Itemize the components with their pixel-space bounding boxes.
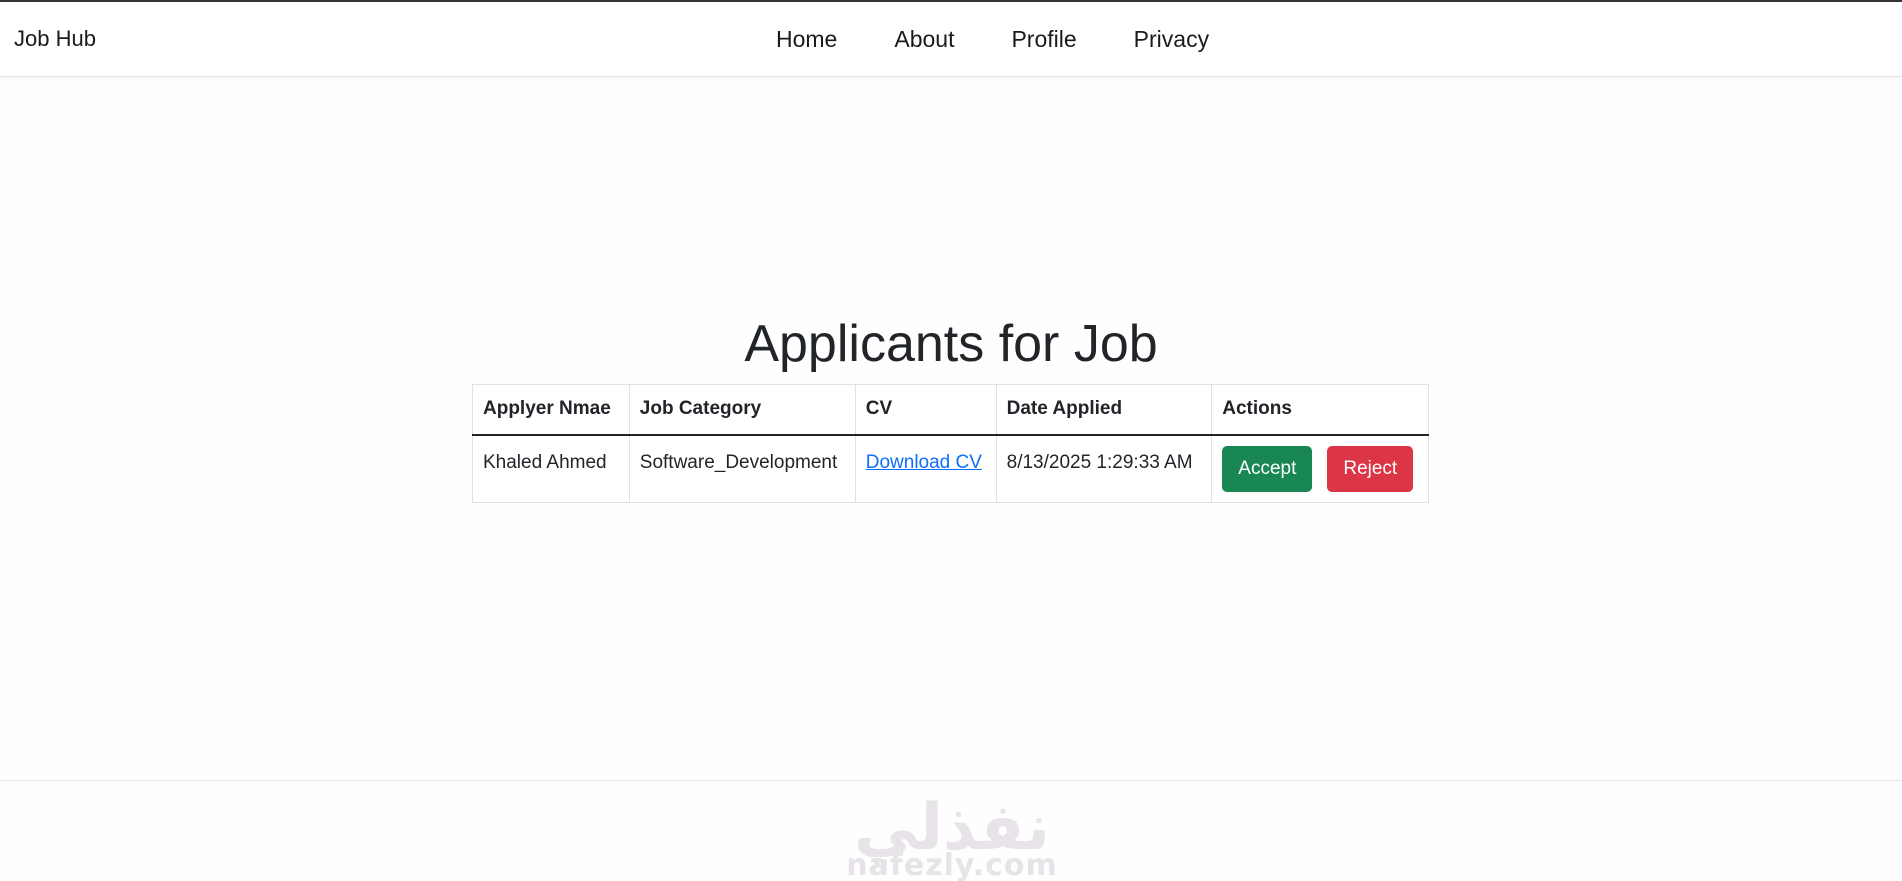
nav-link-home[interactable]: Home xyxy=(776,26,837,53)
watermark-logo-latin: nafezly.com xyxy=(846,848,1058,881)
accept-button[interactable]: Accept xyxy=(1222,445,1313,492)
applicants-table: Applyer Nmae Job Category CV Date Applie… xyxy=(472,384,1429,503)
cv-cell: Download CV xyxy=(854,434,997,503)
download-cv-link[interactable]: Download CV xyxy=(866,452,982,473)
nav-links: Home About Profile Privacy xyxy=(776,26,1266,53)
nav-link-about[interactable]: About xyxy=(894,26,954,53)
navbar: Job Hub Home About Profile Privacy xyxy=(0,2,1902,77)
column-header-date: Date Applied xyxy=(995,384,1213,436)
column-header-name: Applyer Nmae xyxy=(472,384,630,436)
page-title: Applicants for Job xyxy=(744,315,1158,373)
actions-cell: Accept Reject xyxy=(1211,434,1429,503)
table-row: Khaled Ahmed Software_Development Downlo… xyxy=(472,434,1429,503)
applicant-name: Khaled Ahmed xyxy=(472,434,630,503)
footer: نفذلي nafezly.com xyxy=(0,780,1902,881)
column-header-category: Job Category xyxy=(628,384,856,436)
date-applied: 8/13/2025 1:29:33 AM xyxy=(995,434,1213,503)
column-header-actions: Actions xyxy=(1211,384,1429,436)
column-header-cv: CV xyxy=(854,384,997,436)
reject-button[interactable]: Reject xyxy=(1327,445,1414,492)
nav-link-profile[interactable]: Profile xyxy=(1011,26,1076,53)
brand-link[interactable]: Job Hub xyxy=(14,26,96,52)
job-category: Software_Development xyxy=(628,434,856,503)
nav-link-privacy[interactable]: Privacy xyxy=(1134,26,1209,53)
table-header-row: Applyer Nmae Job Category CV Date Applie… xyxy=(472,384,1429,436)
